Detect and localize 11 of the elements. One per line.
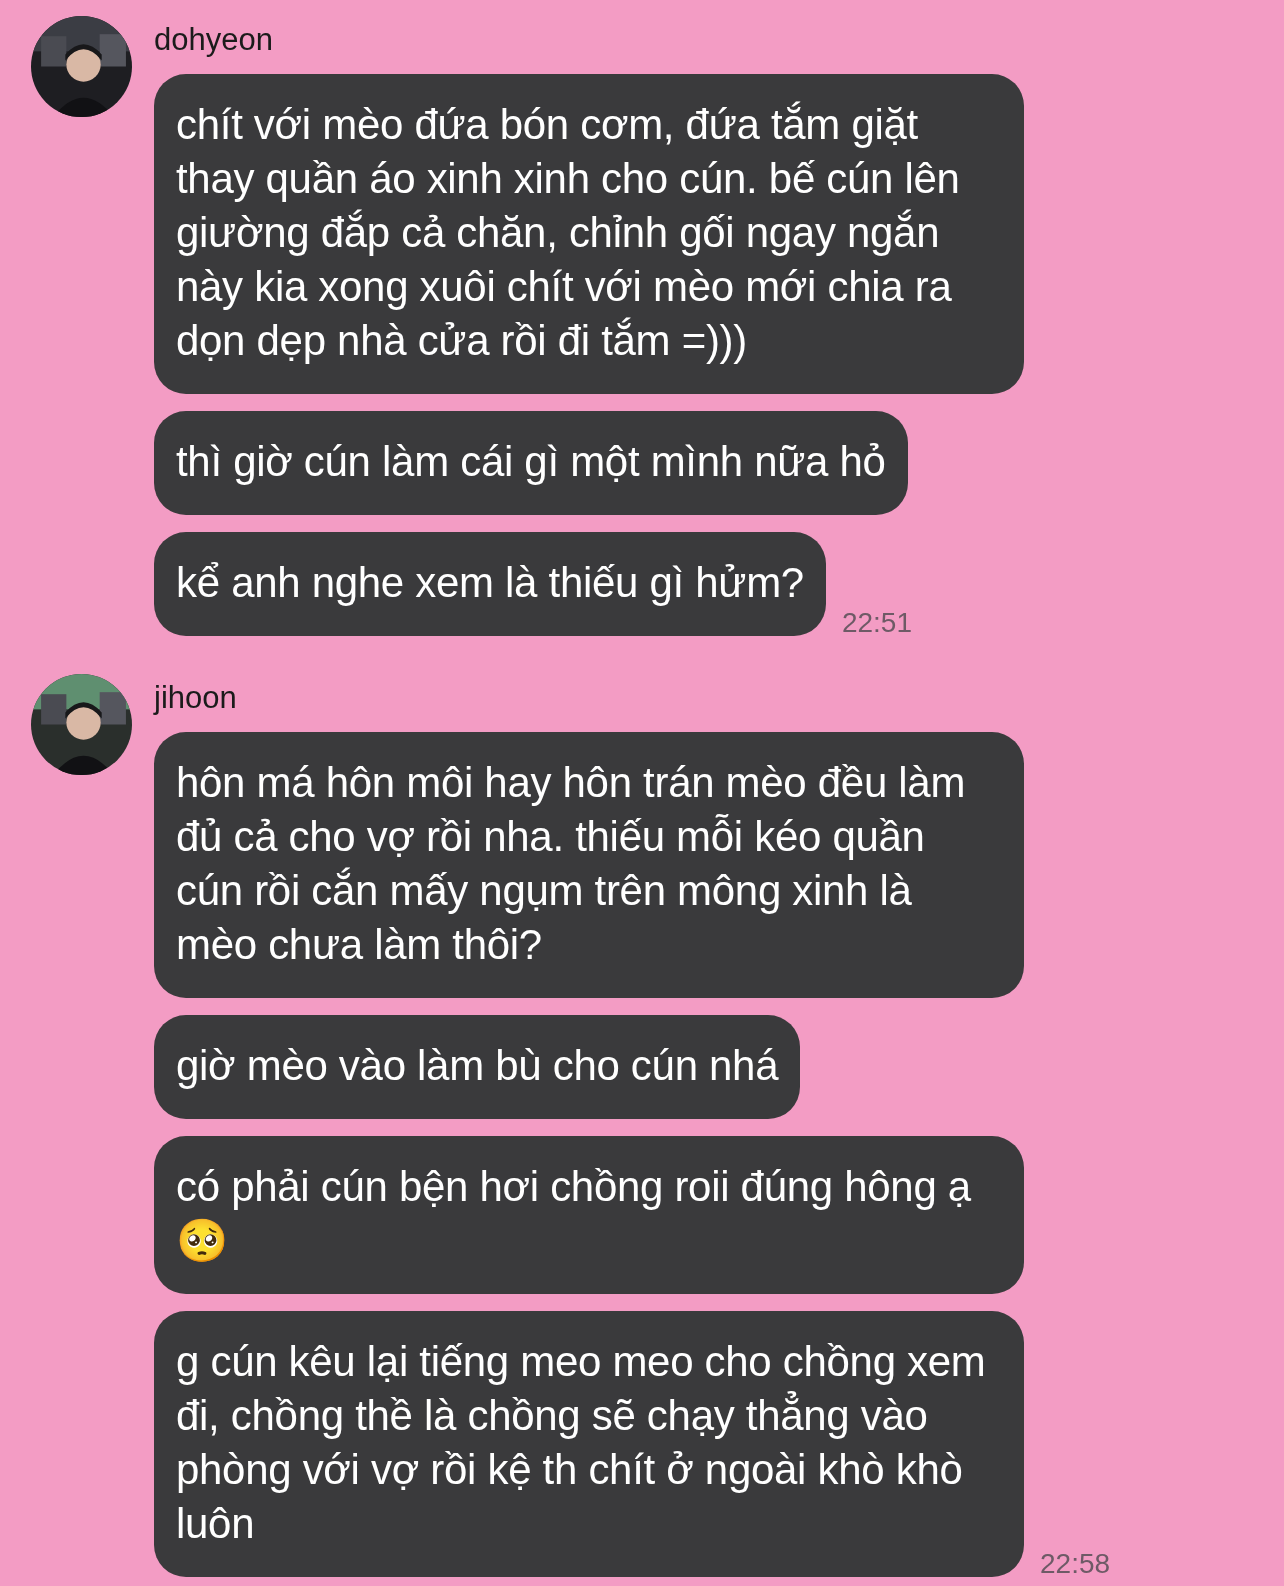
message-bubble: có phải cún bện hơi chồng roii đúng hông ạ🥺 [154,1136,1024,1294]
sender-name: jihoon [154,680,238,716]
message-bubble: thì giờ cún làm cái gì một mình nữa hỏ [154,411,908,515]
timestamp: 22:51 [841,606,912,640]
sender-name: dohyeon [154,22,274,58]
message-bubble: giờ mèo vào làm bù cho cún nhá [154,1015,801,1119]
message-bubble: kể anh nghe xem là thiếu gì hửm? [154,532,826,636]
message-bubble: hôn má hôn môi hay hôn trán mèo đều làm đủ cả cho vợ rồi nha. thiếu mỗi kéo quần cún rồi cắn mấy ngụm trên mông xinh là mèo chưa làm thôi? [154,732,1024,998]
message-bubble: chít với mèo đứa bón cơm, đứa tắm giặt thay quần áo xinh xinh cho cún. bế cún lên giường đắp cả chăn, chỉnh gối ngay ngắn này kia xong xuôi chít với mèo mới chia ra dọn dẹp nhà cửa rồi đi tắm =))) [154,74,1024,394]
timestamp: 22:58 [1040,1547,1111,1581]
message-bubble: g cún kêu lại tiếng meo meo cho chồng xem đi, chồng thề là chồng sẽ chạy thẳng vào phòng với vợ rồi kệ th chít ở ngoài khò khò luôn [154,1311,1024,1577]
